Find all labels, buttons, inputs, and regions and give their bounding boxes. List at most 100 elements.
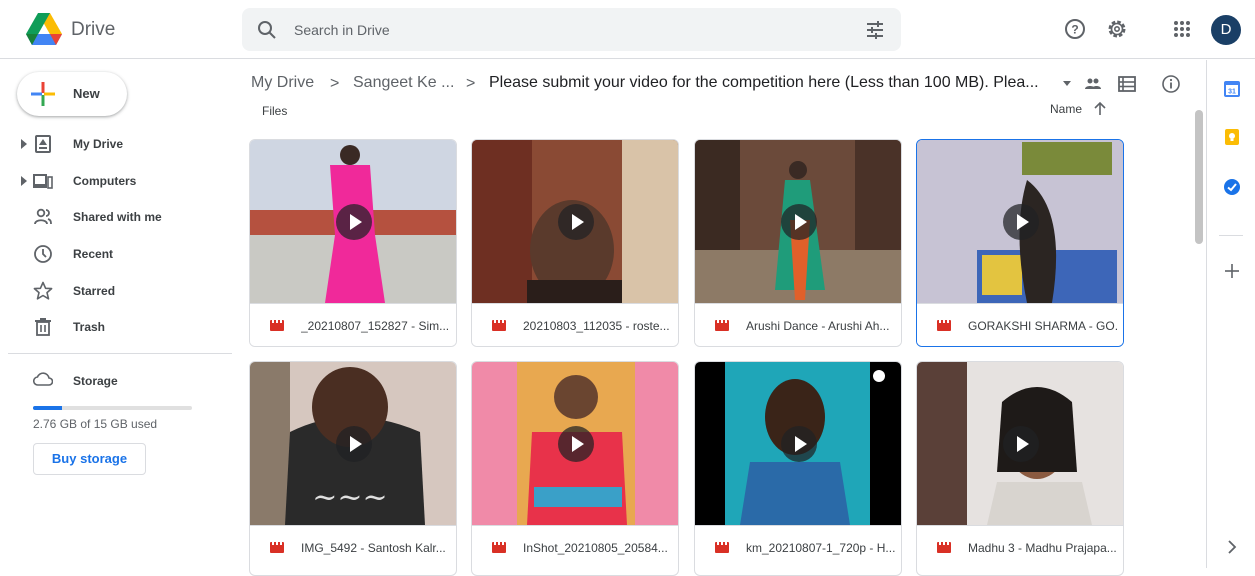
sidebar-item-my-drive[interactable]: My Drive bbox=[0, 128, 230, 160]
sidebar-item-recent[interactable]: Recent bbox=[0, 238, 230, 270]
settings-gear-icon[interactable] bbox=[1106, 18, 1128, 40]
video-file-icon bbox=[270, 542, 284, 553]
play-icon[interactable] bbox=[558, 426, 594, 462]
shared-with-me-icon bbox=[34, 208, 52, 225]
file-name: IMG_5492 - Santosh Kalr... bbox=[301, 541, 446, 555]
storage-usage-fill bbox=[33, 406, 63, 410]
file-card[interactable]: Madhu 3 - Madhu Prajapa... bbox=[916, 361, 1124, 576]
vertical-scrollbar[interactable] bbox=[1195, 110, 1203, 244]
storage-usage-text: 2.76 GB of 15 GB used bbox=[33, 417, 158, 431]
play-icon[interactable] bbox=[1003, 426, 1039, 462]
drive-logo-icon[interactable] bbox=[26, 13, 62, 45]
search-input[interactable] bbox=[292, 18, 836, 42]
breadcrumb-separator: > bbox=[466, 75, 476, 92]
my-drive-icon bbox=[35, 135, 51, 153]
breadcrumb-separator: > bbox=[330, 75, 340, 92]
search-icon[interactable] bbox=[257, 20, 277, 40]
calendar-icon[interactable]: 31 bbox=[1223, 80, 1241, 98]
top-header: Drive ? D bbox=[0, 0, 1255, 59]
cloud-icon bbox=[33, 372, 53, 386]
play-icon[interactable] bbox=[781, 426, 817, 462]
play-icon[interactable] bbox=[336, 426, 372, 462]
search-bar[interactable] bbox=[242, 8, 901, 51]
plus-icon bbox=[31, 82, 55, 106]
breadcrumb: My Drive > Sangeet Ke ... > Please submi… bbox=[243, 62, 1218, 102]
breadcrumb-item-my-drive[interactable]: My Drive bbox=[251, 74, 314, 92]
search-options-icon[interactable] bbox=[865, 20, 885, 40]
sidebar: New My Drive Computers Shared with me Re… bbox=[0, 60, 240, 568]
computers-icon bbox=[33, 174, 53, 189]
sidebar-item-label: My Drive bbox=[73, 137, 124, 151]
file-card-footer: _20210807_152827 - Sim... bbox=[250, 303, 456, 346]
svg-text:~~~: ~~~ bbox=[312, 480, 387, 515]
trash-icon bbox=[35, 318, 51, 336]
files-section-label: Files bbox=[262, 104, 288, 118]
video-file-icon bbox=[492, 320, 506, 331]
file-card-footer: 20210803_112035 - roste... bbox=[472, 303, 678, 346]
file-card-footer: InShot_20210805_20584... bbox=[472, 525, 678, 570]
expand-panel-chevron-icon[interactable] bbox=[1223, 538, 1241, 556]
video-file-icon bbox=[715, 320, 729, 331]
dropdown-arrow-icon[interactable] bbox=[1061, 77, 1073, 89]
sidebar-item-label: Computers bbox=[73, 174, 137, 188]
sidebar-item-shared-with-me[interactable]: Shared with me bbox=[0, 201, 230, 233]
sidebar-item-computers[interactable]: Computers bbox=[0, 165, 230, 197]
file-name: 20210803_112035 - roste... bbox=[523, 319, 670, 333]
file-name: Madhu 3 - Madhu Prajapa... bbox=[968, 541, 1117, 555]
new-button[interactable]: New bbox=[17, 72, 127, 116]
help-icon[interactable]: ? bbox=[1064, 18, 1086, 40]
sidebar-item-label: Starred bbox=[73, 284, 116, 298]
new-button-label: New bbox=[73, 86, 100, 101]
expand-caret-icon[interactable] bbox=[20, 139, 28, 149]
list-view-icon[interactable] bbox=[1117, 74, 1137, 94]
file-card[interactable]: ~~~ IMG_5492 - Santosh Kalr... bbox=[249, 361, 457, 576]
file-card-footer: Arushi Dance - Arushi Ah... bbox=[695, 303, 901, 346]
file-card-selected[interactable]: GORAKSHI SHARMA - GO... bbox=[916, 139, 1124, 347]
file-card-footer: Madhu 3 - Madhu Prajapa... bbox=[917, 525, 1123, 570]
breadcrumb-item-folder[interactable]: Sangeet Ke ... bbox=[353, 74, 454, 92]
shared-folder-people-icon[interactable] bbox=[1083, 74, 1103, 94]
product-name[interactable]: Drive bbox=[71, 19, 115, 41]
file-card[interactable]: InShot_20210805_20584... bbox=[471, 361, 679, 576]
sidebar-item-starred[interactable]: Starred bbox=[0, 275, 230, 307]
sort-by-name[interactable]: Name bbox=[1050, 102, 1082, 116]
svg-text:31: 31 bbox=[1228, 89, 1236, 96]
play-icon[interactable] bbox=[1003, 204, 1039, 240]
play-icon[interactable] bbox=[781, 204, 817, 240]
file-name: GORAKSHI SHARMA - GO... bbox=[968, 319, 1118, 333]
file-name: km_20210807-1_720p - H... bbox=[746, 541, 896, 555]
info-icon[interactable] bbox=[1161, 74, 1181, 94]
sidebar-divider bbox=[8, 353, 232, 354]
side-panel: 31 bbox=[1206, 60, 1255, 568]
file-name: _20210807_152827 - Sim... bbox=[301, 319, 450, 333]
sidebar-item-trash[interactable]: Trash bbox=[0, 311, 230, 343]
clock-icon bbox=[34, 245, 52, 263]
file-card-footer: IMG_5492 - Santosh Kalr... bbox=[250, 525, 456, 570]
buy-storage-button[interactable]: Buy storage bbox=[33, 443, 146, 475]
apps-grid-icon[interactable] bbox=[1171, 18, 1193, 40]
storage-label[interactable]: Storage bbox=[73, 374, 118, 388]
sidebar-item-label: Recent bbox=[73, 247, 114, 261]
side-panel-divider bbox=[1219, 235, 1243, 236]
play-icon[interactable] bbox=[558, 204, 594, 240]
video-file-icon bbox=[937, 320, 951, 331]
add-addon-plus-icon[interactable] bbox=[1223, 262, 1241, 280]
svg-text:?: ? bbox=[1071, 23, 1078, 37]
storage-usage-bar bbox=[33, 406, 192, 410]
file-card[interactable]: _20210807_152827 - Sim... bbox=[249, 139, 457, 347]
file-card[interactable]: Arushi Dance - Arushi Ah... bbox=[694, 139, 902, 347]
sort-ascending-arrow-icon[interactable] bbox=[1093, 100, 1107, 116]
keep-icon[interactable] bbox=[1223, 128, 1241, 146]
breadcrumb-item-current[interactable]: Please submit your video for the competi… bbox=[489, 74, 1039, 92]
file-card-footer: km_20210807-1_720p - H... bbox=[695, 525, 901, 570]
video-file-icon bbox=[715, 542, 729, 553]
file-card[interactable]: km_20210807-1_720p - H... bbox=[694, 361, 902, 576]
tasks-icon[interactable] bbox=[1223, 178, 1241, 196]
sidebar-item-label: Shared with me bbox=[73, 210, 162, 224]
file-name: Arushi Dance - Arushi Ah... bbox=[746, 319, 890, 333]
expand-caret-icon[interactable] bbox=[20, 176, 28, 186]
account-avatar[interactable]: D bbox=[1211, 15, 1241, 45]
file-card[interactable]: 20210803_112035 - roste... bbox=[471, 139, 679, 347]
play-icon[interactable] bbox=[336, 204, 372, 240]
file-card-footer: GORAKSHI SHARMA - GO... bbox=[917, 303, 1123, 346]
